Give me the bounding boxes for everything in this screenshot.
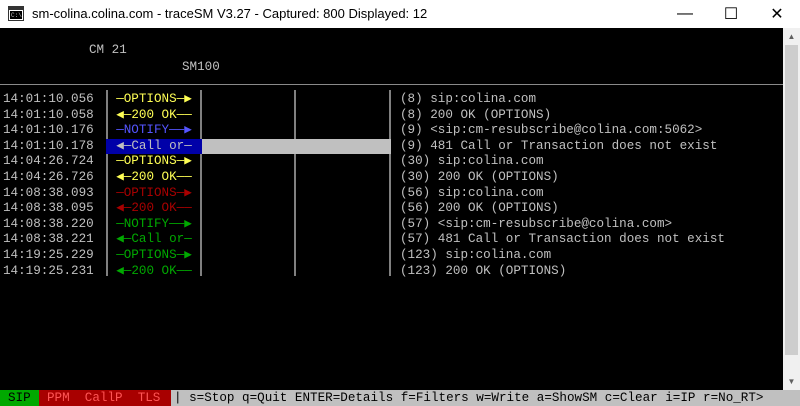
title-bar: C:\ sm-colina.colina.com - traceSM V3.27… — [0, 0, 800, 28]
vertical-scrollbar[interactable]: ▲ ▼ — [783, 28, 800, 390]
row-message: (8) 200 OK (OPTIONS) — [400, 108, 552, 122]
row-timestamp: 14:08:38.220 — [3, 217, 94, 231]
message-arrow: —NOTIFY——▶ — [116, 217, 192, 231]
close-icon: ✕ — [770, 6, 784, 23]
row-timestamp: 14:08:38.095 — [3, 201, 94, 215]
row-timestamp: 14:08:38.093 — [3, 186, 94, 200]
message-arrow: ◀—200 OK—— — [116, 201, 192, 215]
selected-row-highlight — [200, 139, 391, 154]
row-timestamp: 14:01:10.056 — [3, 92, 94, 106]
message-arrow: ◀—200 OK—— — [116, 264, 192, 278]
row-timestamp: 14:01:10.176 — [3, 123, 94, 137]
row-message: (57) <sip:cm-resubscribe@colina.com> — [400, 217, 673, 231]
maximize-icon: ☐ — [723, 6, 739, 23]
message-arrow: —OPTIONS—▶ — [116, 248, 192, 262]
ladder-line-3 — [294, 90, 296, 276]
message-arrow: —NOTIFY——▶ — [116, 123, 192, 137]
filter-inactive-badges[interactable]: PPM CallP TLS — [39, 390, 171, 406]
row-message: (9) <sip:cm-resubscribe@colina.com:5062> — [400, 123, 703, 137]
filter-sip-badge[interactable]: SIP — [0, 390, 39, 406]
row-timestamp: 14:04:26.726 — [3, 170, 94, 184]
row-message: (8) sip:colina.com — [400, 92, 537, 106]
message-arrow: —OPTIONS—▶ — [116, 186, 192, 200]
maximize-button[interactable]: ☐ — [708, 0, 754, 28]
scroll-up-arrow-icon[interactable]: ▲ — [783, 28, 800, 45]
svg-text:C:\: C:\ — [11, 12, 22, 19]
terminal-app-icon: C:\ — [8, 6, 24, 21]
row-timestamp: 14:19:25.231 — [3, 264, 94, 278]
minimize-icon: — — [677, 5, 693, 22]
scrollbar-thumb[interactable] — [785, 45, 798, 355]
keyboard-help-text: | s=Stop q=Quit ENTER=Details f=Filters … — [174, 391, 764, 405]
message-arrow: ◀—Call or— — [116, 139, 192, 153]
scroll-down-arrow-icon[interactable]: ▼ — [783, 373, 800, 390]
row-message: (56) sip:colina.com — [400, 186, 544, 200]
message-arrow: ◀—Call or— — [116, 232, 192, 246]
row-timestamp: 14:08:38.221 — [3, 232, 94, 246]
ladder-line-4 — [389, 90, 391, 276]
message-arrow: —OPTIONS—▶ — [116, 92, 192, 106]
row-message: (9) 481 Call or Transaction does not exi… — [400, 139, 718, 153]
row-timestamp: 14:19:25.229 — [3, 248, 94, 262]
message-arrow: —OPTIONS—▶ — [116, 154, 192, 168]
header-separator — [0, 84, 783, 85]
minimize-button[interactable]: — — [662, 0, 708, 28]
row-message: (123) 200 OK (OPTIONS) — [400, 264, 567, 278]
header-sm: SM100 — [182, 60, 220, 74]
row-message: (56) 200 OK (OPTIONS) — [400, 201, 559, 215]
row-message: (57) 481 Call or Transaction does not ex… — [400, 232, 725, 246]
message-arrow: ◀—200 OK—— — [116, 108, 192, 122]
row-message: (30) sip:colina.com — [400, 154, 544, 168]
close-button[interactable]: ✕ — [754, 0, 800, 28]
row-timestamp: 14:01:10.058 — [3, 108, 94, 122]
window-title: sm-colina.colina.com - traceSM V3.27 - C… — [32, 6, 428, 21]
row-timestamp: 14:01:10.178 — [3, 139, 94, 153]
message-arrow: ◀—200 OK—— — [116, 170, 192, 184]
header-cm: CM 21 — [89, 43, 127, 57]
row-timestamp: 14:04:26.724 — [3, 154, 94, 168]
row-message: (30) 200 OK (OPTIONS) — [400, 170, 559, 184]
row-message: (123) sip:colina.com — [400, 248, 552, 262]
